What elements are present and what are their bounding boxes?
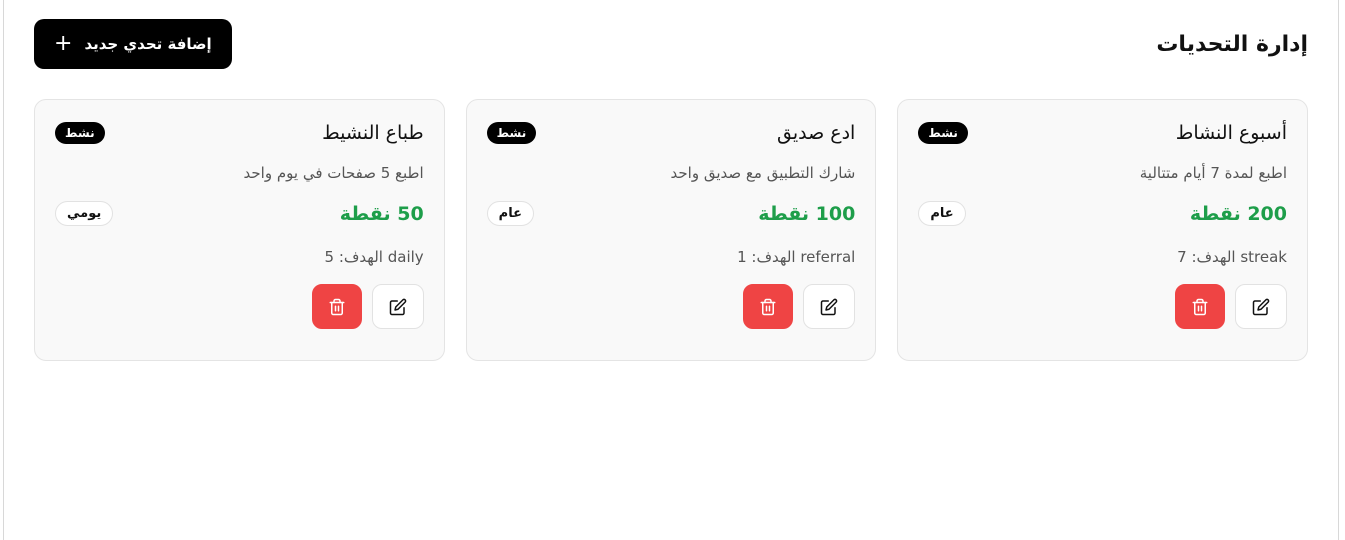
- challenge-card: أسبوع النشاط نشط اطبع لمدة 7 أيام متتالي…: [897, 99, 1308, 361]
- type-badge: يومي: [55, 201, 114, 226]
- challenge-description: اطبع لمدة 7 أيام متتالية: [1139, 164, 1287, 182]
- trash-icon: [328, 298, 346, 316]
- delete-button[interactable]: [743, 284, 794, 329]
- challenge-card: طباع النشيط نشط اطبع 5 صفحات في يوم واحد…: [34, 99, 445, 361]
- trash-icon: [759, 298, 777, 316]
- card-actions: [918, 284, 1287, 329]
- page-title: إدارة التحديات: [1156, 31, 1308, 57]
- type-badge: عام: [918, 201, 966, 226]
- card-actions: [487, 284, 856, 329]
- challenge-card: ادع صديق نشط شارك التطبيق مع صديق واحد 1…: [465, 99, 877, 361]
- status-badge: نشط: [918, 122, 968, 144]
- challenge-target: الهدف: 1 referral: [737, 248, 856, 266]
- edit-button[interactable]: [371, 284, 424, 329]
- challenge-points: 200 نقطة: [1189, 202, 1287, 225]
- add-challenge-button[interactable]: إضافة تحدي جديد +: [34, 19, 232, 69]
- challenge-points: 50 نقطة: [339, 202, 424, 225]
- status-badge: نشط: [55, 122, 105, 144]
- challenge-title: أسبوع النشاط: [1175, 122, 1287, 144]
- type-badge: عام: [486, 201, 534, 226]
- status-badge: نشط: [486, 122, 537, 144]
- edit-button[interactable]: [803, 284, 856, 329]
- plus-icon: +: [54, 31, 73, 56]
- challenge-points: 100 نقطة: [758, 202, 856, 225]
- challenge-description: شارك التطبيق مع صديق واحد: [670, 164, 856, 182]
- edit-icon: [820, 298, 838, 316]
- challenge-description: اطبع 5 صفحات في يوم واحد: [243, 164, 424, 182]
- delete-button[interactable]: [311, 284, 362, 329]
- edit-icon: [389, 298, 407, 316]
- add-challenge-label: إضافة تحدي جديد: [84, 35, 212, 53]
- challenges-grid: أسبوع النشاط نشط اطبع لمدة 7 أيام متتالي…: [34, 99, 1308, 361]
- page-frame: إدارة التحديات إضافة تحدي جديد + أسبوع ا…: [3, 0, 1339, 540]
- page-header: إدارة التحديات إضافة تحدي جديد +: [34, 19, 1308, 69]
- challenge-target: الهدف: 5 daily: [324, 248, 424, 266]
- delete-button[interactable]: [1175, 284, 1225, 329]
- edit-icon: [1252, 298, 1270, 316]
- trash-icon: [1191, 298, 1209, 316]
- challenge-target: الهدف: 7 streak: [1177, 248, 1287, 266]
- challenge-title: ادع صديق: [776, 122, 856, 144]
- challenge-title: طباع النشيط: [322, 122, 424, 144]
- card-actions: [55, 284, 424, 329]
- edit-button[interactable]: [1235, 284, 1287, 329]
